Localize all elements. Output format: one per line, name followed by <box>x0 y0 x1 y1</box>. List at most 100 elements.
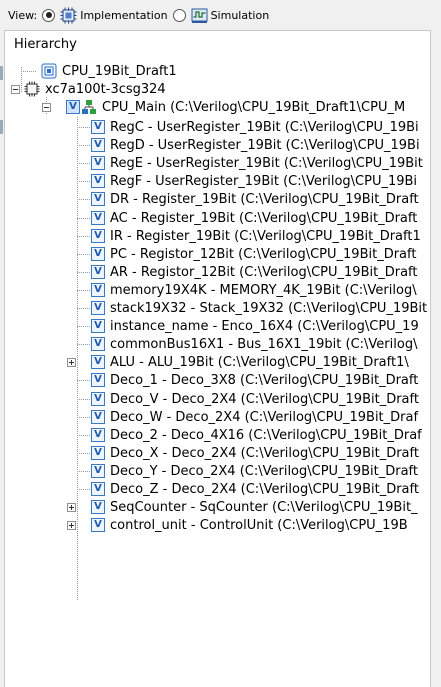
top-module-hierarchy-icon <box>82 100 96 114</box>
module-label: RegD - UserRegister_19Bit (C:\Verilog\CP… <box>110 137 420 153</box>
verilog-file-icon: V <box>91 337 105 351</box>
device-collapse-toggle[interactable] <box>11 85 20 94</box>
implementation-radio[interactable] <box>42 8 56 22</box>
tree-item-module[interactable]: V Deco_Z - Deco_2X4 (C:\Verilog\CPU_19Bit… <box>91 480 419 498</box>
module-label: ALU - ALU_19Bit (C:\Verilog\CPU_19Bit_Dr… <box>110 354 409 370</box>
verilog-file-icon: V <box>91 373 105 387</box>
tree-item-module[interactable]: V Deco_Y - Deco_2X4 (C:\Verilog\CPU_19Bit… <box>91 462 418 480</box>
tree-connector <box>77 218 90 219</box>
verilog-file-icon: V <box>91 392 105 406</box>
module-label: AC - Register_19Bit (C:\Verilog\CPU_19Bi… <box>110 210 418 226</box>
module-label: RegE - UserRegister_19Bit (C:\Verilog\CP… <box>110 155 423 171</box>
simulation-radio[interactable] <box>172 8 186 22</box>
verilog-file-icon: V <box>91 192 105 206</box>
module-label: control_unit - ControlUnit (C:\Verilog\C… <box>110 517 408 533</box>
tree-connector <box>77 272 90 273</box>
tree-item-top-module[interactable]: V CPU_Main (C:\Verilog\CPU_19Bit_Draft1\… <box>66 98 405 116</box>
top-module-collapse-toggle[interactable] <box>42 103 51 112</box>
tree-connector <box>77 117 78 600</box>
tree-connector <box>77 453 90 454</box>
tree-item-module[interactable]: Vinstance_name - Enco_16X4 (C:\Verilog\C… <box>91 317 419 335</box>
verilog-file-icon: V <box>91 247 105 261</box>
tree-item-module[interactable]: Vstack19X32 - Stack_19X32 (C:\Verilog\CP… <box>91 299 427 317</box>
right-panel-edge <box>430 30 441 687</box>
tree-connector <box>21 71 36 72</box>
verilog-file-icon: V <box>91 156 105 170</box>
tree-item-module[interactable]: V RegF - UserRegister_19Bit (C:\Verilog\C… <box>91 172 417 190</box>
tree-item-module[interactable]: VcommonBus16X1 - Bus_16X1_19bit (C:\Veri… <box>91 335 417 353</box>
module-label: AR - Registor_12Bit (C:\Verilog\CPU_19Bi… <box>110 264 418 280</box>
module-label: commonBus16X1 - Bus_16X1_19bit (C:\Veril… <box>110 336 418 352</box>
tree-item-module[interactable]: V Deco_1 - Deco_3X8 (C:\Verilog\CPU_19Bit… <box>91 371 418 389</box>
module-label: instance_name - Enco_16X4 (C:\Verilog\CP… <box>110 318 419 334</box>
tree-connector <box>77 254 90 255</box>
module-label: RegC - UserRegister_19Bit (C:\Verilog\CP… <box>110 119 419 135</box>
module-label: Deco_X - Deco_2X4 (C:\Verilog\CPU_19Bit_… <box>110 445 419 461</box>
tree-item-module[interactable]: V SeqCounter - SqCounter (C:\Verilog\CPU_… <box>91 498 418 516</box>
verilog-file-icon: V <box>91 319 105 333</box>
verilog-file-icon: V <box>91 174 105 188</box>
tree-item-module[interactable]: V PC - Registor_12Bit (C:\Verilog\CPU_19B… <box>91 245 416 263</box>
verilog-file-icon: V <box>91 120 105 134</box>
tree-item-module[interactable]: V DR - Register_19Bit (C:\Verilog\CPU_19B… <box>91 190 419 208</box>
implementation-label[interactable]: Implementation <box>80 9 167 22</box>
tree-connector <box>77 308 90 309</box>
tree-item-module[interactable]: V ALU - ALU_19Bit (C:\Verilog\CPU_19Bit_D… <box>91 353 409 371</box>
tree-connector <box>77 181 90 182</box>
tree-connector <box>77 127 90 128</box>
tree-connector <box>77 290 90 291</box>
expand-toggle[interactable] <box>67 358 76 367</box>
verilog-file-icon: V <box>91 138 105 152</box>
verilog-file-icon: V <box>91 518 105 532</box>
module-label: Deco_2 - Deco_4X16 (C:\Verilog\CPU_19Bit… <box>110 427 422 443</box>
hierarchy-heading: Hierarchy <box>14 37 77 52</box>
module-label: IR - Register_19Bit (C:\Verilog\CPU_19Bi… <box>110 228 421 244</box>
tree-connector <box>77 326 90 327</box>
verilog-file-icon: V <box>91 265 105 279</box>
module-label: RegF - UserRegister_19Bit (C:\Verilog\CP… <box>110 173 418 189</box>
module-label: Deco_1 - Deco_3X8 (C:\Verilog\CPU_19Bit_… <box>110 372 419 388</box>
tree-connector <box>77 435 90 436</box>
project-icon <box>41 63 57 79</box>
device-label: xc7a100t-3csg324 <box>45 81 166 97</box>
verilog-file-icon: V <box>91 211 105 225</box>
tree-connector <box>77 417 90 418</box>
module-label: Deco_V - Deco_2X4 (C:\Verilog\CPU_19Bit_… <box>110 391 419 407</box>
tree-item-module[interactable]: V RegE - UserRegister_19Bit (C:\Verilog\C… <box>91 154 423 172</box>
tree-item-module[interactable]: Vcontrol_unit - ControlUnit (C:\Verilog\… <box>91 516 408 534</box>
tree-item-module[interactable]: V RegD - UserRegister_19Bit (C:\Verilog\C… <box>91 136 420 154</box>
verilog-file-icon: V <box>91 428 105 442</box>
tree-item-module[interactable]: V AR - Registor_12Bit (C:\Verilog\CPU_19B… <box>91 263 417 281</box>
verilog-file-icon: V <box>91 301 105 315</box>
tree-item-device[interactable]: xc7a100t-3csg324 <box>24 80 166 98</box>
tree-item-module[interactable]: V Deco_2 - Deco_4X16 (C:\Verilog\CPU_19Bi… <box>91 426 422 444</box>
tree-item-module[interactable]: V Deco_X - Deco_2X4 (C:\Verilog\CPU_19Bit… <box>91 444 419 462</box>
tree-item-module[interactable]: V Deco_W - Deco_2X4 (C:\Verilog\CPU_19Bit… <box>91 408 418 426</box>
tree-connector <box>77 145 90 146</box>
module-label: Deco_W - Deco_2X4 (C:\Verilog\CPU_19Bit_… <box>110 409 419 425</box>
expand-toggle[interactable] <box>67 503 76 512</box>
module-label: SeqCounter - SqCounter (C:\Verilog\CPU_1… <box>110 499 418 515</box>
tree-connector <box>77 489 90 490</box>
tree-connector <box>77 236 90 237</box>
module-label: stack19X32 - Stack_19X32 (C:\Verilog\CPU… <box>110 300 428 316</box>
expand-toggle[interactable] <box>67 521 76 530</box>
tree-connector <box>77 199 90 200</box>
tree-item-module[interactable]: Vmemory19X4K - MEMORY_4K_19Bit (C:\Veril… <box>91 281 417 299</box>
module-label: Deco_Z - Deco_2X4 (C:\Verilog\CPU_19Bit_… <box>110 481 419 497</box>
tree-connector <box>77 163 90 164</box>
implementation-chip-icon <box>60 7 77 23</box>
tree-connector <box>77 344 90 345</box>
tree-item-project[interactable]: CPU_19Bit_Draft1 <box>41 62 177 80</box>
tree-connector <box>77 399 90 400</box>
verilog-file-icon: V <box>91 355 105 369</box>
verilog-file-icon: V <box>91 482 105 496</box>
tree-item-module[interactable]: V IR - Register_19Bit (C:\Verilog\CPU_19B… <box>91 227 421 245</box>
tree-item-module[interactable]: V AC - Register_19Bit (C:\Verilog\CPU_19B… <box>91 209 417 227</box>
simulation-label[interactable]: Simulation <box>211 9 270 22</box>
tree-connector <box>77 471 90 472</box>
tree-item-module[interactable]: V RegC - UserRegister_19Bit (C:\Verilog\C… <box>91 118 419 136</box>
module-label: DR - Register_19Bit (C:\Verilog\CPU_19Bi… <box>110 191 419 207</box>
tree-item-module[interactable]: V Deco_V - Deco_2X4 (C:\Verilog\CPU_19Bit… <box>91 390 419 408</box>
verilog-file-icon: V <box>91 500 105 514</box>
